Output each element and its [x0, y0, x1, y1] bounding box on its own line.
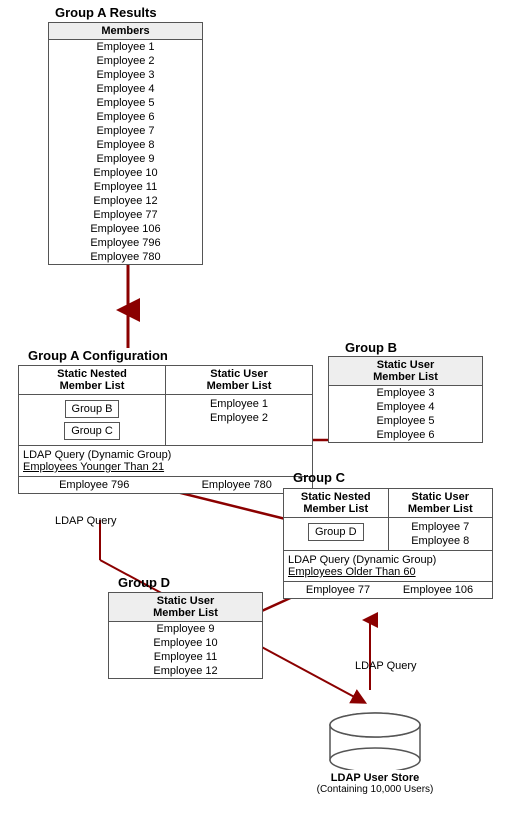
group-a-results-header: Members — [49, 23, 202, 40]
group-c-box: Static NestedMember List Static UserMemb… — [283, 488, 493, 599]
group-c-nested-members: Group D — [284, 518, 389, 550]
group-a-results-members: Employee 1 Employee 2 Employee 3 Employe… — [49, 40, 202, 264]
group-c-nested-header: Static NestedMember List — [284, 489, 389, 517]
group-d-members: Employee 9 Employee 10 Employee 11 Emplo… — [109, 622, 262, 678]
ldap-store-cylinder — [325, 710, 425, 770]
group-c-members-row: Group D Employee 7 Employee 8 — [284, 518, 492, 551]
group-a-config-box: Static NestedMember List Static UserMemb… — [18, 365, 313, 494]
group-c-ldap-member1: Employee 77 — [288, 584, 388, 596]
group-b-members: Employee 3 Employee 4 Employee 5 Employe… — [329, 386, 482, 442]
group-a-ldap-query-label: LDAP Query — [55, 515, 117, 527]
group-c-ref: Group C — [64, 422, 120, 440]
group-a-ldap-members: Employee 796 Employee 780 — [19, 477, 312, 493]
group-a-nested-header: Static NestedMember List — [19, 366, 166, 394]
group-c-headers: Static NestedMember List Static UserMemb… — [284, 489, 492, 518]
group-d-label: Group D — [118, 575, 170, 590]
group-c-label: Group C — [293, 470, 345, 485]
group-c-ldap-query-label: LDAP Query — [355, 660, 417, 672]
group-c-ldap-section: LDAP Query (Dynamic Group) Employees Old… — [284, 551, 492, 582]
group-d-ref: Group D — [308, 523, 364, 541]
group-a-ldap-section: LDAP Query (Dynamic Group) Employees You… — [19, 446, 312, 477]
group-a-results-label: Group A Results — [55, 5, 157, 20]
diagram-container: Group A Results Members Employee 1 Emplo… — [0, 0, 507, 819]
group-a-config-label: Group A Configuration — [28, 348, 168, 363]
ldap-store-container: LDAP User Store (Containing 10,000 Users… — [310, 710, 440, 795]
group-a-nested-members: Group B Group C — [19, 395, 166, 445]
group-c-static-members: Employee 7 Employee 8 — [389, 518, 493, 550]
group-d-header: Static UserMember List — [109, 593, 262, 622]
group-a-static-header: Static UserMember List — [166, 366, 312, 394]
ldap-store-label: LDAP User Store — [310, 772, 440, 784]
group-b-ref: Group B — [65, 400, 120, 418]
group-b-label: Group B — [345, 340, 397, 355]
group-c-ldap-members: Employee 77 Employee 106 — [284, 582, 492, 598]
group-a-results-box: Members Employee 1 Employee 2 Employee 3… — [48, 22, 203, 265]
group-a-ldap-member1: Employee 796 — [23, 479, 166, 491]
ldap-store-sublabel: (Containing 10,000 Users) — [310, 784, 440, 795]
group-b-box: Static UserMember List Employee 3 Employ… — [328, 356, 483, 443]
group-c-static-header: Static UserMember List — [389, 489, 493, 517]
group-b-header: Static UserMember List — [329, 357, 482, 386]
group-c-ldap-member2: Employee 106 — [388, 584, 488, 596]
group-d-box: Static UserMember List Employee 9 Employ… — [108, 592, 263, 679]
group-a-config-members: Group B Group C Employee 1 Employee 2 — [19, 395, 312, 446]
group-a-static-members: Employee 1 Employee 2 — [166, 395, 312, 445]
group-a-config-headers: Static NestedMember List Static UserMemb… — [19, 366, 312, 395]
